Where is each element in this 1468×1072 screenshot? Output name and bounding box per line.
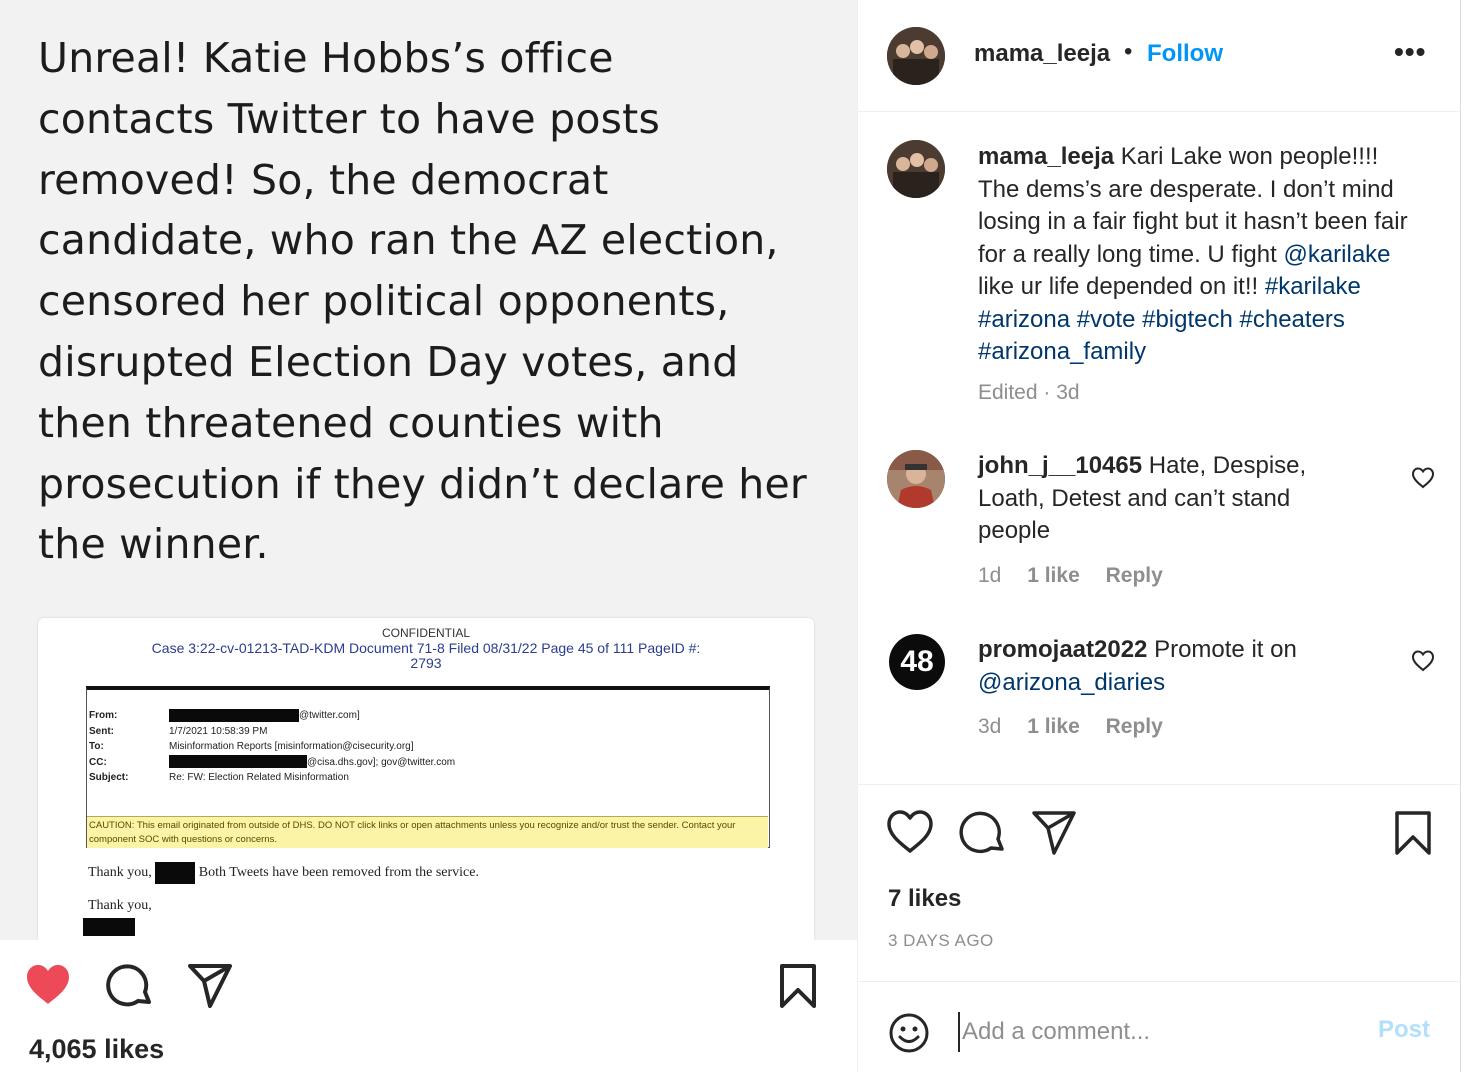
doc-caution-banner: CAUTION: This email originated from outs… (87, 816, 768, 848)
avatar[interactable]: 48 (889, 634, 945, 690)
like-count[interactable]: 7 likes (888, 885, 961, 913)
comment-meta: 3d 1 like Reply (978, 715, 1183, 739)
avatar[interactable] (887, 140, 945, 198)
heart-icon[interactable] (886, 809, 934, 857)
group-photo-icon (887, 140, 945, 198)
doc-email-fields: From: Sent: To: CC: Subject: (89, 708, 128, 786)
document-screenshot: CONFIDENTIAL Case 3:22-cv-01213-TAD-KDM … (38, 618, 814, 940)
doc-cc-value: @cisa.dhs.gov]; gov@twitter.com (169, 755, 455, 771)
comment-icon[interactable] (958, 809, 1006, 857)
post-text-line: removed! So, the democrat (38, 155, 609, 204)
heart-filled-icon[interactable] (24, 962, 72, 1010)
doc-from-value: @twitter.com] (169, 708, 455, 724)
share-icon[interactable] (186, 962, 234, 1010)
doc-thanks-line: Thank you, Both Tweets have been removed… (88, 862, 479, 884)
comment-text: promojaat2022 Promote it on @arizona_dia… (978, 634, 1398, 699)
comments-list: mama_leeja Kari Lake won people!!!! The … (858, 112, 1462, 784)
doc-thanks-line-2: Thank you, (88, 898, 152, 913)
doc-case-line: 2793 (410, 655, 442, 671)
reply-button[interactable]: Reply (1106, 564, 1163, 587)
doc-subject-value: Re: FW: Election Related Misinformation (169, 772, 349, 783)
comment-text: john_j__10465 Hate, Despise, Loath, Dete… (978, 450, 1338, 548)
group-photo-icon (887, 27, 945, 85)
post-comment-button[interactable]: Post (1378, 1016, 1430, 1044)
doc-thanks-prefix: Thank you, (88, 865, 152, 881)
doc-field-label: From: (89, 710, 118, 721)
like-comment-heart-icon[interactable] (1411, 466, 1435, 490)
post-text-line: the winner. (38, 520, 269, 569)
post-header: mama_leeja • Follow ••• (858, 0, 1462, 112)
comment-username[interactable]: john_j__10465 (978, 452, 1142, 479)
emoji-icon[interactable] (888, 1012, 930, 1054)
bookmark-icon[interactable] (774, 962, 822, 1010)
redaction-bar (169, 755, 307, 769)
post-text-line: Unreal! Katie Hobbs’s office (38, 34, 614, 82)
post-actions: 7 likes 3 DAYS AGO (858, 784, 1462, 981)
caption-meta: Edited · 3d (978, 381, 1080, 404)
comment-time: 3d (978, 715, 1002, 738)
header-separator: • (1124, 38, 1133, 65)
post-timestamp[interactable]: 3 DAYS AGO (888, 931, 994, 951)
doc-sent-value: 1/7/2021 10:58:39 PM (169, 725, 268, 737)
doc-field-label: Subject: (89, 772, 129, 783)
add-comment-bar: Post (858, 981, 1462, 1072)
doc-field-label: Sent: (89, 725, 114, 737)
doc-cc-text: @cisa.dhs.gov]; gov@twitter.com (307, 756, 456, 768)
post-image-text: Unreal! Katie Hobbs’s office contacts Tw… (38, 28, 828, 575)
media-like-count[interactable]: 4,065 likes (29, 1034, 164, 1065)
doc-to-value: Misinformation Reports [misinformation@c… (169, 741, 414, 752)
caption-username[interactable]: mama_leeja (978, 143, 1114, 170)
redaction-bar (155, 862, 196, 884)
post-text-line: disrupted Election Day votes, and (38, 337, 739, 386)
doc-case-line: Case 3:22-cv-01213-TAD-KDM Document 71-8… (151, 640, 701, 656)
post-text-line: candidate, who ran the AZ election, (38, 216, 779, 265)
post-text-line: censored her political opponents, (38, 277, 730, 326)
bookmark-icon[interactable] (1389, 809, 1437, 857)
comment-like-count[interactable]: 1 like (1027, 715, 1080, 738)
doc-field-label: To: (89, 741, 104, 752)
media-action-bar: 4,065 likes (0, 940, 857, 1072)
instagram-post-view: Unreal! Katie Hobbs’s office contacts Tw… (0, 0, 1468, 1072)
like-comment-heart-icon[interactable] (1411, 649, 1435, 673)
doc-field-label: CC: (89, 756, 107, 768)
header-username[interactable]: mama_leeja (974, 40, 1110, 68)
redaction-bar (169, 708, 299, 722)
avatar[interactable] (887, 450, 945, 508)
follow-button[interactable]: Follow (1147, 40, 1223, 68)
comment-like-count[interactable]: 1 like (1027, 564, 1080, 587)
avatar[interactable] (887, 27, 945, 85)
doc-email-values: @twitter.com] 1/7/2021 10:58:39 PM Misin… (169, 708, 455, 786)
comment-username[interactable]: promojaat2022 (978, 636, 1147, 663)
mention-link[interactable]: @arizona_diaries (978, 669, 1165, 696)
caption-text: mama_leeja Kari Lake won people!!!! The … (978, 141, 1408, 369)
post-media: Unreal! Katie Hobbs’s office contacts Tw… (0, 0, 857, 1072)
person-photo-icon (887, 450, 945, 508)
comment-time: 1d (978, 564, 1002, 587)
redaction-bar (83, 918, 135, 936)
share-icon[interactable] (1030, 809, 1078, 857)
reply-button[interactable]: Reply (1106, 715, 1163, 738)
comment-input[interactable] (958, 1012, 1358, 1052)
post-sidebar: mama_leeja • Follow ••• mama_leeja Kari … (857, 0, 1462, 1072)
comment-body: Promote it on (1147, 636, 1297, 663)
post-text-line: then threatened counties with (38, 398, 664, 447)
doc-case-header: Case 3:22-cv-01213-TAD-KDM Document 71-8… (38, 641, 814, 671)
post-text-line: prosecution if they didn’t declare her (38, 459, 807, 508)
doc-thanks-suffix: Both Tweets have been removed from the s… (198, 865, 479, 881)
caption-body-2: like ur life depended on it!! (978, 273, 1265, 300)
comment-icon[interactable] (105, 962, 153, 1010)
post-image[interactable]: Unreal! Katie Hobbs’s office contacts Tw… (0, 0, 857, 940)
doc-from-text: @twitter.com] (299, 710, 360, 721)
mention-link[interactable]: @karilake (1283, 241, 1390, 268)
comment-meta: 1d 1 like Reply (978, 564, 1183, 588)
doc-confidential-label: CONFIDENTIAL (381, 626, 470, 640)
post-text-line: contacts Twitter to have posts (38, 94, 661, 143)
doc-email-box: From: Sent: To: CC: Subject: @twitter.co… (86, 686, 770, 848)
more-options-icon[interactable]: ••• (1394, 36, 1426, 68)
